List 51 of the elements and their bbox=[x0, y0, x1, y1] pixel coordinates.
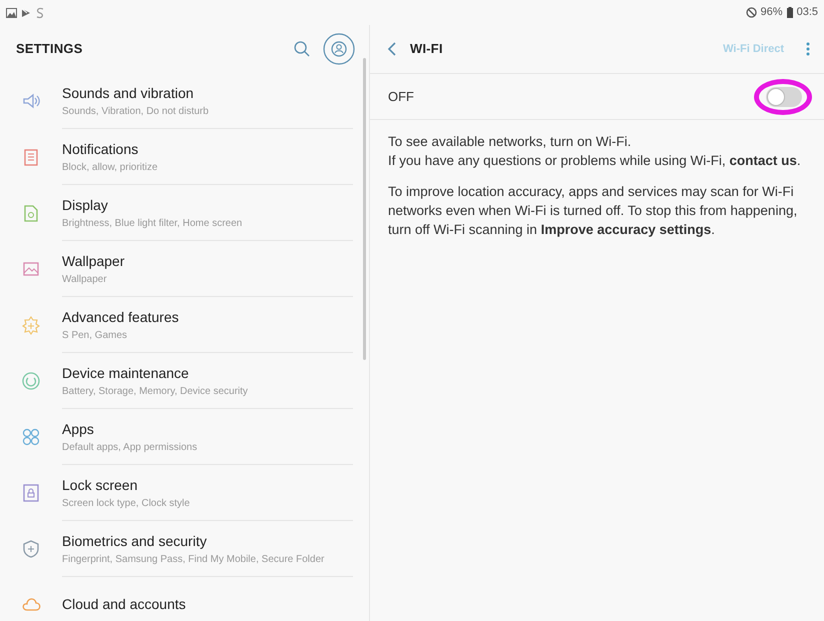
settings-item[interactable]: Device maintenance Battery, Storage, Memory, Device security bbox=[0, 353, 369, 409]
item-title: Sounds and vibration bbox=[62, 84, 195, 102]
item-subtitle: Brightness, Blue light filter, Home screen bbox=[62, 216, 244, 230]
wifi-toggle[interactable] bbox=[766, 86, 802, 106]
highlight-ellipse bbox=[754, 78, 812, 114]
item-subtitle: Fingerprint, Samsung Pass, Find My Mobile, Secure Folder bbox=[62, 552, 326, 566]
settings-item[interactable]: Wallpaper Wallpaper bbox=[0, 241, 369, 297]
settings-item[interactable]: Biometrics and security Fingerprint, Samsung Pass, Find My Mobile, Secure Folder bbox=[0, 521, 369, 577]
item-title: Biometrics and security bbox=[62, 532, 208, 551]
settings-item[interactable]: Sounds and vibration Sounds, Vibration, Do not disturb bbox=[0, 73, 369, 129]
back-icon[interactable] bbox=[386, 41, 398, 57]
item-title: Notifications bbox=[62, 140, 140, 158]
item-title: Advanced features bbox=[62, 308, 180, 326]
paragraph-text: If you have any questions or problems while using Wi-Fi, contact us. bbox=[388, 152, 802, 170]
item-title: Cloud and accounts bbox=[62, 595, 187, 614]
item-subtitle: Screen lock type, Clock style bbox=[62, 496, 191, 510]
blocked-icon bbox=[746, 7, 757, 18]
item-subtitle: Block, allow, prioritize bbox=[62, 160, 159, 174]
item-title: Display bbox=[62, 196, 109, 215]
item-title: Device maintenance bbox=[62, 364, 190, 382]
s-pen-icon bbox=[35, 6, 45, 18]
item-title: Wallpaper bbox=[62, 252, 126, 271]
item-subtitle: Wallpaper bbox=[62, 272, 108, 286]
item-subtitle: Sounds, Vibration, Do not disturb bbox=[62, 104, 210, 118]
more-icon[interactable] bbox=[806, 42, 810, 56]
settings-item[interactable]: Notifications Block, allow, prioritize bbox=[0, 129, 369, 185]
item-title: Lock screen bbox=[62, 476, 138, 494]
item-subtitle: Default apps, App permissions bbox=[62, 440, 198, 454]
settings-item[interactable]: Apps Default apps, App permissions bbox=[0, 409, 369, 465]
wifi-title: WI-FI bbox=[410, 40, 444, 58]
text-link[interactable]: contact us bbox=[729, 153, 797, 168]
status-time: 03:5 bbox=[796, 5, 818, 20]
item-title: Apps bbox=[62, 420, 95, 439]
paragraph-text: To improve location accuracy, apps and services may scan for Wi-Fi networks even when Wi-Fi is turned off. To stop this from happening, turn off Wi-Fi scanning in Improve accuracy settings. bbox=[388, 183, 798, 239]
settings-title: SETTINGS bbox=[16, 40, 84, 58]
battery-percent: 96% bbox=[760, 5, 783, 20]
switch-label: OFF bbox=[388, 88, 414, 106]
settings-item[interactable]: Display Brightness, Blue light filter, Home screen bbox=[0, 185, 369, 241]
paragraph-text: To see available networks, turn on Wi-Fi. bbox=[388, 133, 632, 151]
settings-item[interactable]: Cloud and accounts bbox=[0, 577, 369, 621]
text-link[interactable]: Improve accuracy settings bbox=[540, 222, 712, 237]
battery-icon bbox=[786, 7, 793, 18]
settings-item[interactable]: Advanced features S Pen, Games bbox=[0, 297, 369, 353]
play-icon bbox=[21, 8, 31, 18]
search-icon[interactable] bbox=[293, 40, 311, 58]
scrollbar[interactable] bbox=[363, 58, 366, 360]
item-subtitle: Battery, Storage, Memory, Device security bbox=[62, 384, 249, 398]
settings-item[interactable]: Lock screen Screen lock type, Clock style bbox=[0, 465, 369, 521]
profile-icon[interactable] bbox=[323, 33, 355, 65]
image-icon bbox=[6, 8, 17, 18]
item-subtitle: S Pen, Games bbox=[62, 328, 128, 342]
